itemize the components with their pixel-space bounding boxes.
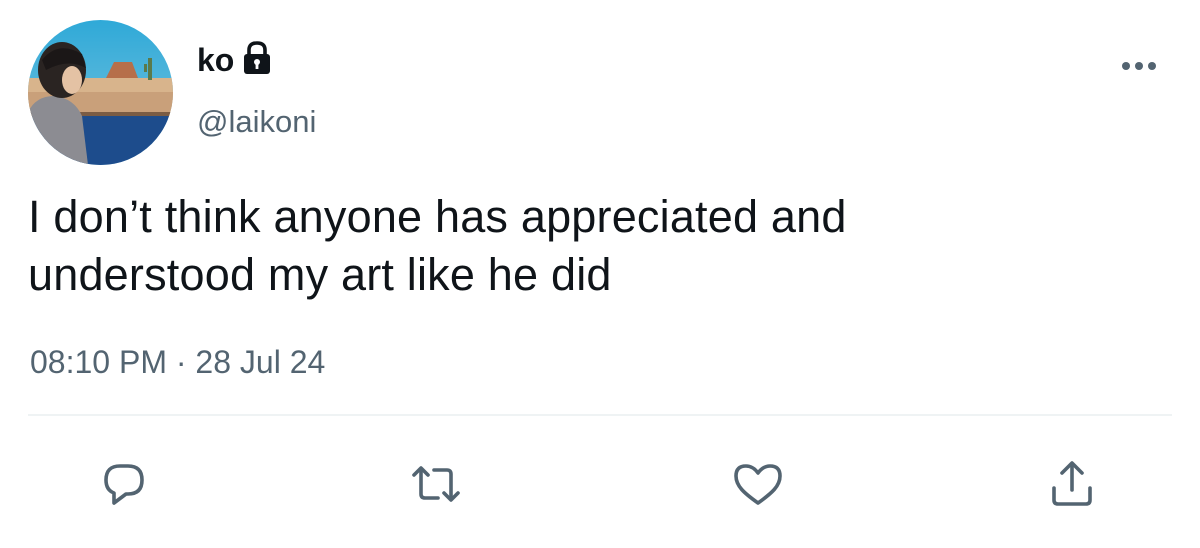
reply-button[interactable] (96, 456, 152, 512)
author-name-row: ko (197, 38, 272, 82)
timestamp[interactable]: 08:10 PM · 28 Jul 24 (30, 340, 325, 384)
retweet-icon (412, 466, 460, 502)
like-button[interactable] (730, 456, 786, 512)
share-icon (1052, 461, 1092, 506)
retweet-button[interactable] (408, 456, 464, 512)
heart-icon (734, 464, 782, 505)
tweet-text: I don’t think anyone has appreciated and… (28, 188, 1158, 304)
tweet-text-line: understood my art like he did (28, 249, 612, 300)
more-horizontal-icon[interactable] (1118, 56, 1160, 76)
share-button[interactable] (1044, 456, 1100, 512)
reply-icon (104, 464, 144, 505)
handle[interactable]: @laikoni (197, 100, 316, 144)
avatar-image (28, 20, 173, 165)
divider (28, 414, 1172, 416)
display-name[interactable]: ko (197, 38, 234, 82)
tweet-text-line: I don’t think anyone has appreciated and (28, 191, 847, 242)
lock-icon (242, 41, 272, 75)
avatar[interactable] (28, 20, 173, 165)
